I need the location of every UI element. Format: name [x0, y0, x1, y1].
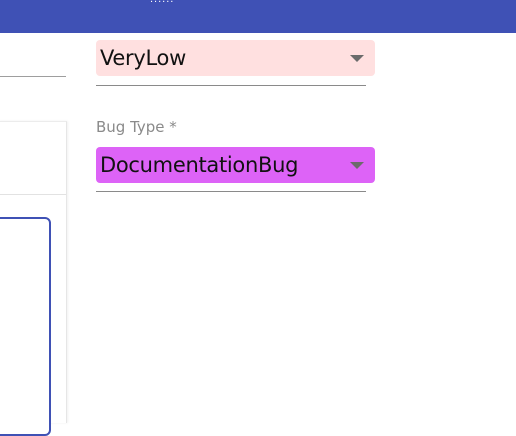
bug-type-select-underline [96, 191, 366, 192]
left-panel-card [0, 121, 67, 436]
left-input-underline [0, 76, 66, 77]
priority-select[interactable]: VeryLow [96, 40, 375, 86]
arrow-drop-down-icon[interactable] [350, 162, 364, 169]
arrow-drop-down-icon[interactable] [350, 55, 364, 62]
priority-select-box[interactable]: VeryLow [96, 40, 375, 76]
description-editor[interactable] [0, 217, 51, 436]
bug-type-label: Bug Type * [96, 118, 177, 136]
bug-type-select[interactable]: DocumentationBug [96, 147, 375, 192]
bug-type-select-value: DocumentationBug [100, 153, 299, 177]
priority-select-underline [96, 85, 366, 86]
bug-type-select-box[interactable]: DocumentationBug [96, 147, 375, 183]
left-panel-divider [0, 194, 66, 195]
priority-select-value: VeryLow [100, 46, 186, 70]
top-bar-title-fragment: ...... [150, 0, 184, 4]
app-top-bar: ...... [0, 0, 516, 33]
